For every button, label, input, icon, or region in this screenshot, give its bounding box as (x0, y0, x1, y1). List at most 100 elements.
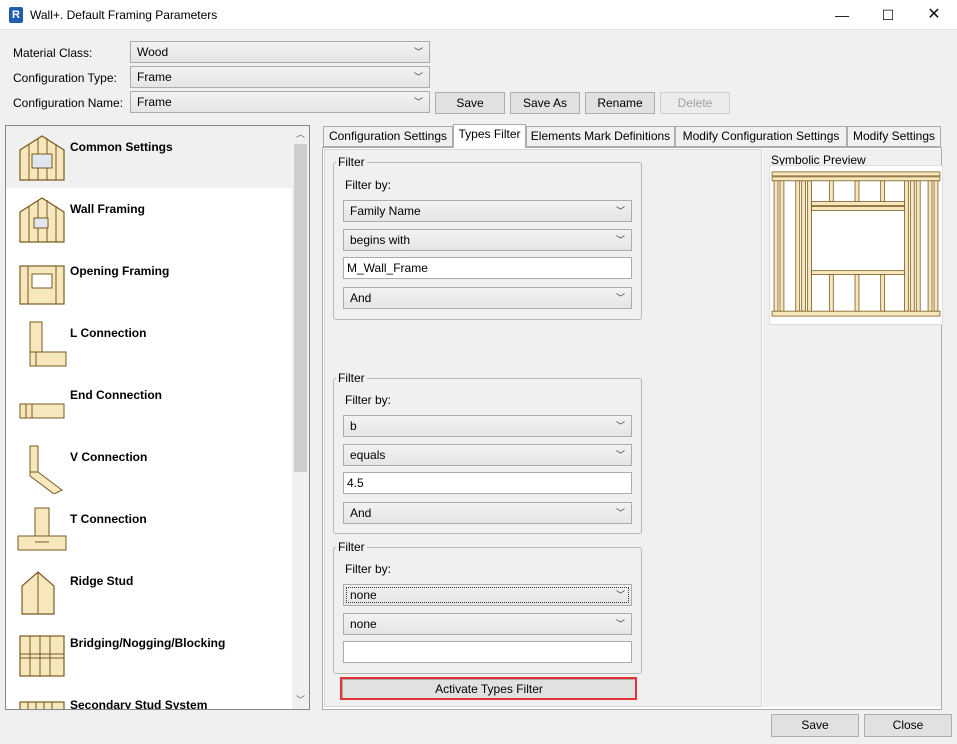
configuration-name-value: Frame (137, 95, 172, 109)
rename-button[interactable]: Rename (585, 92, 655, 114)
filter-2-logic-value: And (350, 506, 372, 520)
configuration-type-label: Configuration Type: (13, 71, 117, 85)
sidebar-item-label: End Connection (70, 388, 162, 402)
t-connection-icon (17, 507, 67, 551)
symbolic-preview-panel: Symbolic Preview (763, 149, 943, 707)
maximize-button[interactable]: ☐ (865, 0, 911, 30)
tab-types-filter[interactable]: Types Filter (453, 124, 526, 148)
sidebar-item-label: Opening Framing (70, 264, 170, 278)
settings-category-list[interactable]: Common Settings Wall Framing Opening Fra… (5, 125, 310, 710)
material-class-select[interactable]: Wood ﹀ (130, 41, 430, 63)
sidebar-item-end-connection[interactable]: End Connection (6, 374, 292, 436)
chevron-down-icon: ﹀ (615, 293, 625, 303)
opening-framing-icon (19, 265, 65, 305)
material-class-value: Wood (137, 45, 169, 59)
gable-wall-icon (19, 135, 65, 181)
sidebar-item-label: Ridge Stud (70, 574, 134, 588)
filter-2-parameter-select[interactable]: b ﹀ (343, 415, 632, 437)
configuration-type-select[interactable]: Frame ﹀ (130, 66, 430, 88)
chevron-down-icon: ﹀ (615, 235, 625, 245)
filter-2-value-input[interactable]: 4.5 (343, 472, 632, 494)
secondary-stud-icon (19, 701, 65, 709)
wall-frame-preview-image (769, 165, 943, 325)
scroll-up-icon[interactable]: ︿ (292, 126, 309, 143)
configuration-name-label: Configuration Name: (13, 96, 124, 110)
filter-group-title: Filter (336, 540, 367, 554)
filter-2-parameter-value: b (350, 419, 357, 433)
close-button[interactable]: Close (864, 714, 952, 737)
scroll-down-icon[interactable]: ﹀ (292, 692, 309, 709)
save-button[interactable]: Save (771, 714, 859, 737)
tab-modify-configuration-settings[interactable]: Modify Configuration Settings (675, 126, 847, 147)
filter-group-3: Filter Filter by: none ﹀ none ﹀ (333, 540, 642, 674)
filter-3-value-input[interactable] (343, 641, 632, 663)
sidebar-item-label: T Connection (70, 512, 147, 526)
chevron-down-icon: ﹀ (413, 47, 423, 57)
ridge-stud-icon (21, 571, 55, 615)
save-config-button[interactable]: Save (435, 92, 505, 114)
filter-3-condition-select[interactable]: none ﹀ (343, 613, 632, 635)
focus-rectangle (346, 587, 629, 603)
filter-group-1: Filter Filter by: Family Name ﹀ begins w… (333, 155, 642, 320)
filter-2-logic-select[interactable]: And ﹀ (343, 502, 632, 524)
filter-by-label: Filter by: (345, 393, 392, 407)
tab-modify-settings[interactable]: Modify Settings (847, 126, 941, 147)
chevron-down-icon: ﹀ (413, 72, 423, 82)
sidebar-scrollbar[interactable]: ︿ ﹀ (292, 126, 309, 709)
save-as-button[interactable]: Save As (510, 92, 580, 114)
filter-1-condition-select[interactable]: begins with ﹀ (343, 229, 632, 251)
filter-by-label: Filter by: (345, 562, 392, 576)
sidebar-item-secondary-stud-system[interactable]: Secondary Stud System (6, 684, 292, 710)
highlight-box (340, 677, 637, 700)
filter-2-condition-value: equals (350, 448, 386, 462)
sidebar-item-t-connection[interactable]: T Connection (6, 498, 292, 560)
filter-1-logic-select[interactable]: And ﹀ (343, 287, 632, 309)
revit-app-icon: R (9, 7, 23, 23)
sidebar-item-wall-framing[interactable]: Wall Framing (6, 188, 292, 250)
chevron-down-icon: ﹀ (615, 450, 625, 460)
bridging-icon (19, 635, 65, 677)
filter-1-logic-value: And (350, 291, 372, 305)
sidebar-item-common-settings[interactable]: Common Settings (6, 126, 292, 188)
filter-1-parameter-select[interactable]: Family Name ﹀ (343, 200, 632, 222)
window-title: Wall+. Default Framing Parameters (30, 8, 218, 22)
sidebar-item-bridging-nogging-blocking[interactable]: Bridging/Nogging/Blocking (6, 622, 292, 684)
tab-elements-mark-definitions[interactable]: Elements Mark Definitions (526, 126, 675, 147)
filter-3-parameter-select[interactable]: none ﹀ (343, 584, 632, 606)
filter-group-title: Filter (336, 155, 367, 169)
sidebar-item-label: Bridging/Nogging/Blocking (70, 636, 226, 650)
chevron-down-icon: ﹀ (615, 421, 625, 431)
sidebar-item-label: Common Settings (70, 140, 173, 154)
filter-1-parameter-value: Family Name (350, 204, 421, 218)
sidebar-item-v-connection[interactable]: V Connection (6, 436, 292, 498)
filter-group-2: Filter Filter by: b ﹀ equals ﹀ 4.5 And ﹀ (333, 371, 642, 534)
material-class-label: Material Class: (13, 46, 93, 60)
types-filter-panel: Filter Filter by: Family Name ﹀ begins w… (322, 147, 943, 710)
chevron-down-icon: ﹀ (615, 590, 625, 600)
chevron-down-icon: ﹀ (615, 206, 625, 216)
sidebar-item-label: Secondary Stud System (70, 698, 208, 710)
sidebar-item-l-connection[interactable]: L Connection (6, 312, 292, 374)
filter-3-condition-value: none (350, 617, 377, 631)
filter-1-value-input[interactable]: M_Wall_Frame (343, 257, 632, 279)
v-connection-icon (29, 445, 63, 494)
configuration-name-select[interactable]: Frame ﹀ (130, 91, 430, 113)
tab-configuration-settings[interactable]: Configuration Settings (323, 126, 453, 147)
minimize-button[interactable]: — (819, 0, 865, 30)
chevron-down-icon: ﹀ (615, 508, 625, 518)
chevron-down-icon: ﹀ (413, 97, 423, 107)
sidebar-item-ridge-stud[interactable]: Ridge Stud (6, 560, 292, 622)
close-window-button[interactable]: ✕ (911, 0, 957, 30)
delete-button[interactable]: Delete (660, 92, 730, 114)
end-connection-icon (19, 403, 65, 419)
wall-framing-icon (19, 197, 65, 243)
scrollbar-thumb[interactable] (294, 144, 307, 472)
chevron-down-icon: ﹀ (615, 619, 625, 629)
title-bar: R Wall+. Default Framing Parameters — ☐ … (0, 0, 957, 30)
filter-by-label: Filter by: (345, 178, 392, 192)
filter-2-condition-select[interactable]: equals ﹀ (343, 444, 632, 466)
l-connection-icon (29, 321, 67, 367)
sidebar-item-opening-framing[interactable]: Opening Framing (6, 250, 292, 312)
configuration-type-value: Frame (137, 70, 172, 84)
filter-1-condition-value: begins with (350, 233, 411, 247)
